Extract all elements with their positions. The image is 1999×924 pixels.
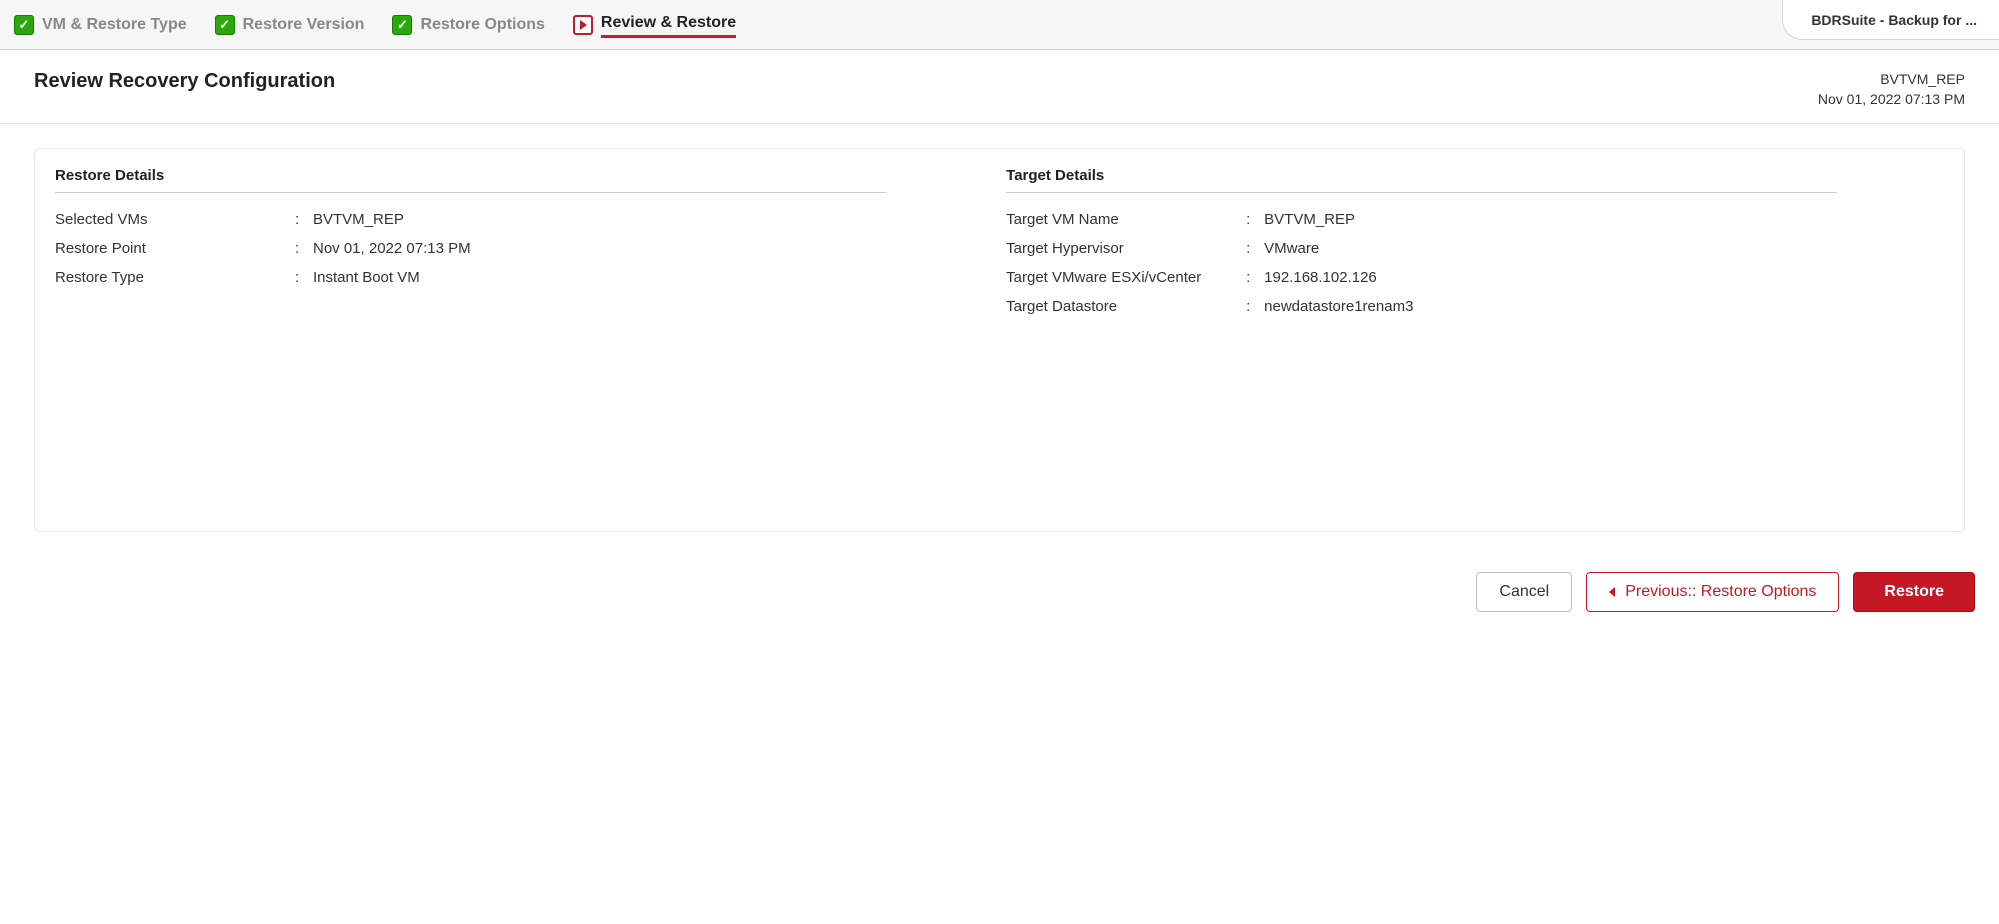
- wizard-steps: ✓ VM & Restore Type ✓ Restore Version ✓ …: [14, 11, 736, 38]
- restore-button-label: Restore: [1884, 583, 1944, 601]
- kv-label: Target VMware ESXi/vCenter: [1006, 269, 1246, 286]
- kv-row: Restore Point : Nov 01, 2022 07:13 PM: [55, 234, 886, 263]
- previous-button-label: Previous:: Restore Options: [1625, 583, 1816, 601]
- kv-row: Selected VMs : BVTVM_REP: [55, 205, 886, 234]
- kv-value: Instant Boot VM: [313, 269, 886, 286]
- kv-row: Target VMware ESXi/vCenter : 192.168.102…: [1006, 263, 1837, 292]
- kv-sep: :: [1246, 298, 1264, 315]
- kv-row: Target Hypervisor : VMware: [1006, 234, 1837, 263]
- kv-sep: :: [1246, 211, 1264, 228]
- restore-details-header: Restore Details: [55, 167, 886, 193]
- kv-label: Selected VMs: [55, 211, 295, 228]
- caret-left-icon: [1609, 587, 1615, 597]
- content: Restore Details Selected VMs : BVTVM_REP…: [0, 124, 1999, 556]
- target-details-column: Target Details Target VM Name : BVTVM_RE…: [1006, 167, 1837, 321]
- review-panel: Restore Details Selected VMs : BVTVM_REP…: [34, 148, 1965, 532]
- restore-button[interactable]: Restore: [1853, 572, 1975, 612]
- wizard-step-label: VM & Restore Type: [42, 16, 187, 34]
- kv-value: VMware: [1264, 240, 1837, 257]
- product-tab[interactable]: BDRSuite - Backup for ...: [1782, 0, 1999, 40]
- kv-sep: :: [1246, 240, 1264, 257]
- kv-value: 192.168.102.126: [1264, 269, 1837, 286]
- kv-sep: :: [1246, 269, 1264, 286]
- kv-label: Restore Type: [55, 269, 295, 286]
- kv-row: Restore Type : Instant Boot VM: [55, 263, 886, 292]
- kv-value: BVTVM_REP: [313, 211, 886, 228]
- kv-label: Target Hypervisor: [1006, 240, 1246, 257]
- wizard-step-4[interactable]: Review & Restore: [573, 11, 736, 38]
- kv-row: Target Datastore : newdatastore1renam3: [1006, 292, 1837, 321]
- page-context: BVTVM_REP Nov 01, 2022 07:13 PM: [1818, 70, 1965, 109]
- kv-sep: :: [295, 240, 313, 257]
- wizard-step-3[interactable]: ✓ Restore Options: [392, 15, 544, 35]
- check-icon: ✓: [215, 15, 235, 35]
- kv-sep: :: [295, 269, 313, 286]
- cancel-button-label: Cancel: [1499, 583, 1549, 601]
- kv-sep: :: [295, 211, 313, 228]
- check-icon: ✓: [392, 15, 412, 35]
- kv-value: newdatastore1renam3: [1264, 298, 1837, 315]
- kv-value: BVTVM_REP: [1264, 211, 1837, 228]
- wizard-step-label: Review & Restore: [601, 14, 736, 38]
- kv-label: Restore Point: [55, 240, 295, 257]
- kv-row: Target VM Name : BVTVM_REP: [1006, 205, 1837, 234]
- wizard-step-label: Restore Options: [420, 16, 544, 34]
- kv-label: Target Datastore: [1006, 298, 1246, 315]
- context-time: Nov 01, 2022 07:13 PM: [1818, 90, 1965, 110]
- wizard-bar: ✓ VM & Restore Type ✓ Restore Version ✓ …: [0, 0, 1999, 50]
- check-icon: ✓: [14, 15, 34, 35]
- context-name: BVTVM_REP: [1818, 70, 1965, 90]
- product-tab-label: BDRSuite - Backup for ...: [1811, 12, 1977, 28]
- footer-actions: Cancel Previous:: Restore Options Restor…: [0, 556, 1999, 628]
- cancel-button[interactable]: Cancel: [1476, 572, 1572, 612]
- wizard-step-1[interactable]: ✓ VM & Restore Type: [14, 15, 187, 35]
- page-title: Review Recovery Configuration: [34, 70, 335, 93]
- page-header: Review Recovery Configuration BVTVM_REP …: [0, 50, 1999, 124]
- target-details-header: Target Details: [1006, 167, 1837, 193]
- kv-value: Nov 01, 2022 07:13 PM: [313, 240, 886, 257]
- wizard-step-label: Restore Version: [243, 16, 365, 34]
- restore-details-column: Restore Details Selected VMs : BVTVM_REP…: [55, 167, 886, 321]
- play-icon: [573, 15, 593, 35]
- kv-label: Target VM Name: [1006, 211, 1246, 228]
- wizard-step-2[interactable]: ✓ Restore Version: [215, 15, 365, 35]
- previous-button[interactable]: Previous:: Restore Options: [1586, 572, 1839, 612]
